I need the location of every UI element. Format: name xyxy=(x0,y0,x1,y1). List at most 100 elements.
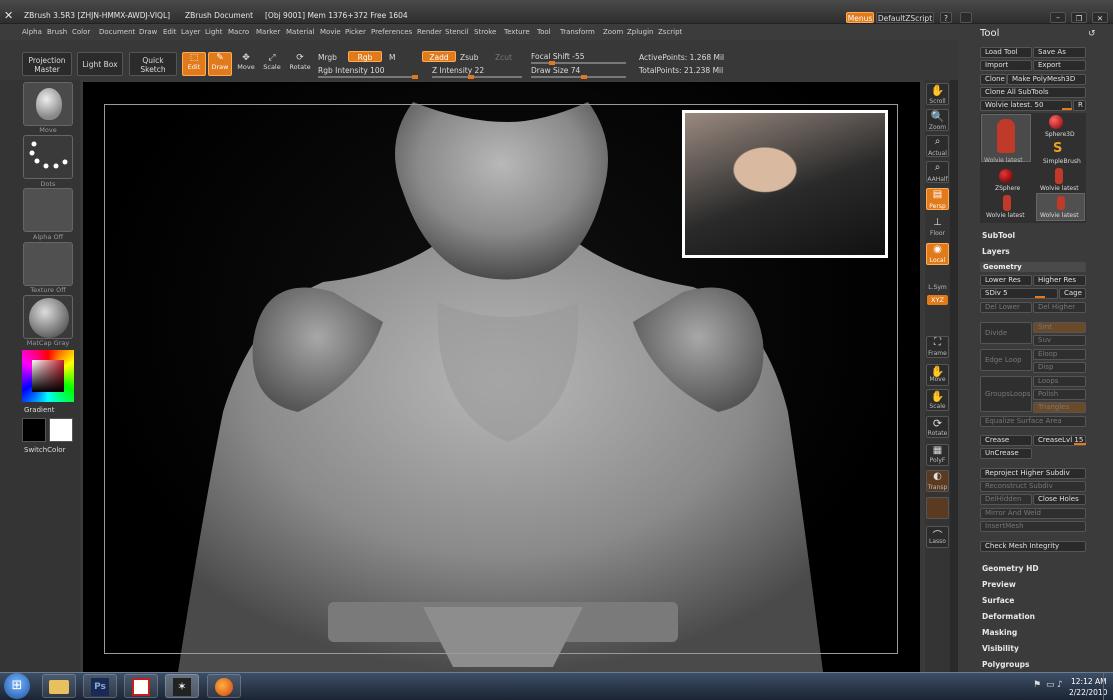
menu-zoom[interactable]: Zoom xyxy=(603,28,623,36)
panel-divider[interactable] xyxy=(950,80,958,672)
focal-shift-track[interactable] xyxy=(531,62,626,64)
brush-thumbnail[interactable] xyxy=(23,82,73,126)
equalize-surface-button[interactable]: Equalize Surface Area xyxy=(980,416,1086,427)
focal-shift-slider[interactable]: Focal Shift -55 xyxy=(531,52,585,61)
menu-stroke[interactable]: Stroke xyxy=(474,28,496,36)
zadd-button[interactable]: Zadd xyxy=(422,51,456,62)
export-button[interactable]: Export xyxy=(1033,60,1086,71)
tray-flag-icon[interactable]: ⚑ xyxy=(1033,680,1041,690)
make-polymesh-button[interactable]: Make PolyMesh3D xyxy=(1007,74,1086,85)
menu-render[interactable]: Render xyxy=(417,28,442,36)
alpha-thumbnail[interactable] xyxy=(23,188,73,232)
ghost-button[interactable] xyxy=(926,497,949,519)
visibility-section[interactable]: Visibility xyxy=(982,644,1019,653)
rotate-button[interactable]: ⟳ Rotate xyxy=(287,52,313,76)
move-button[interactable]: ✥ Move xyxy=(234,52,258,76)
tool-thumb-wolvie-3[interactable] xyxy=(1003,195,1011,211)
edit-button[interactable]: ⬚ Edit xyxy=(182,52,206,76)
layers-section[interactable]: Layers xyxy=(982,247,1010,256)
check-mesh-button[interactable]: Check Mesh Integrity xyxy=(980,541,1086,552)
default-zscript-button[interactable]: DefaultZScript xyxy=(876,12,934,23)
gradient-label[interactable]: Gradient xyxy=(24,406,54,414)
polish-slider[interactable]: Polish xyxy=(1033,389,1086,400)
light-box-button[interactable]: Light Box xyxy=(77,52,123,76)
menu-transform[interactable]: Transform xyxy=(560,28,595,36)
save-as-button[interactable]: Save As xyxy=(1033,47,1086,58)
menu-material[interactable]: Material xyxy=(286,28,314,36)
draw-size-track[interactable] xyxy=(531,76,626,78)
layout-button[interactable] xyxy=(960,12,972,23)
edge-loop-button[interactable]: Edge Loop xyxy=(980,349,1032,371)
insert-mesh-button[interactable]: InsertMesh xyxy=(980,521,1086,532)
close-button[interactable]: ✕ xyxy=(1092,12,1108,23)
tray-network-icon[interactable]: ▭ xyxy=(1046,680,1055,690)
smt-toggle[interactable]: Smt xyxy=(1033,322,1086,333)
firefox-icon[interactable] xyxy=(207,674,241,698)
minimize-button[interactable]: – xyxy=(1050,12,1066,23)
scale-button[interactable]: ⤢ Scale xyxy=(260,52,284,76)
loops-slider[interactable]: Loops xyxy=(1033,376,1086,387)
xyz-button[interactable]: XYZ xyxy=(927,295,948,305)
menu-light[interactable]: Light xyxy=(205,28,222,36)
rgb-intensity-track[interactable] xyxy=(318,76,418,78)
higher-res-button[interactable]: Higher Res xyxy=(1033,275,1086,286)
menu-texture[interactable]: Texture xyxy=(504,28,530,36)
rgb-button[interactable]: Rgb xyxy=(348,51,382,62)
menu-layer[interactable]: Layer xyxy=(181,28,201,36)
main-color-swatch[interactable] xyxy=(49,418,73,442)
reproject-button[interactable]: Reproject Higher Subdiv xyxy=(980,468,1086,479)
zsub-button[interactable]: Zsub xyxy=(460,53,479,62)
polygroups-section[interactable]: Polygroups xyxy=(982,660,1030,669)
geometry-header[interactable]: Geometry xyxy=(980,262,1086,272)
menu-zplugin[interactable]: Zplugin xyxy=(627,28,653,36)
r-button[interactable]: R xyxy=(1073,100,1086,111)
help-button[interactable]: ? xyxy=(940,12,952,23)
reconstruct-button[interactable]: Reconstruct Subdiv xyxy=(980,481,1086,492)
eloop-toggle[interactable]: Eloop xyxy=(1033,349,1086,360)
sdiv-slider[interactable]: SDiv 5 xyxy=(980,288,1058,299)
color-picker-square[interactable] xyxy=(32,360,64,392)
material-thumbnail[interactable] xyxy=(23,295,73,339)
tool-thumb-wolvie-2[interactable] xyxy=(1055,168,1063,184)
subtool-section[interactable]: SubTool xyxy=(982,231,1015,240)
photoshop-icon[interactable]: Ps xyxy=(83,674,117,698)
explorer-icon[interactable] xyxy=(42,674,76,698)
del-higher-button[interactable]: Del Higher xyxy=(1033,302,1086,313)
menu-preferences[interactable]: Preferences xyxy=(371,28,412,36)
menu-tool[interactable]: Tool xyxy=(537,28,551,36)
menus-button[interactable]: Menus xyxy=(846,12,874,23)
rgb-intensity-slider[interactable]: Rgb Intensity 100 xyxy=(318,66,384,75)
close-holes-button[interactable]: Close Holes xyxy=(1033,494,1086,505)
mrgb-button[interactable]: Mrgb xyxy=(318,53,337,62)
load-tool-button[interactable]: Load Tool xyxy=(980,47,1032,58)
draw-button[interactable]: ✎ Draw xyxy=(208,52,232,76)
quick-sketch-button[interactable]: Quick Sketch xyxy=(129,52,177,76)
m-button[interactable]: M xyxy=(389,53,395,62)
projection-master-button[interactable]: Projection Master xyxy=(22,52,72,76)
menu-edit[interactable]: Edit xyxy=(163,28,177,36)
zbrush-icon[interactable]: ✶ xyxy=(165,674,199,698)
masking-section[interactable]: Masking xyxy=(982,628,1017,637)
clock-time[interactable]: 12:12 AM xyxy=(1071,677,1107,686)
menu-movie[interactable]: Movie xyxy=(320,28,341,36)
secondary-color-swatch[interactable] xyxy=(22,418,46,442)
color-picker[interactable] xyxy=(22,350,74,402)
menu-macro[interactable]: Macro xyxy=(228,28,249,36)
mirror-weld-button[interactable]: Mirror And Weld xyxy=(980,508,1086,519)
show-desktop-button[interactable] xyxy=(1103,673,1113,700)
disp-slider[interactable]: Disp xyxy=(1033,362,1086,373)
surface-section[interactable]: Surface xyxy=(982,596,1014,605)
tool-palette-close-icon[interactable]: ↺ xyxy=(1088,29,1096,39)
triangles-toggle[interactable]: Triangles xyxy=(1033,402,1086,413)
menu-marker[interactable]: Marker xyxy=(256,28,280,36)
current-tool-slider[interactable]: Wolvie latest. 50 xyxy=(980,100,1072,111)
menu-document[interactable]: Document xyxy=(99,28,135,36)
crease-button[interactable]: Crease xyxy=(980,435,1032,446)
switch-color-button[interactable]: SwitchColor xyxy=(24,446,65,454)
menu-zscript[interactable]: Zscript xyxy=(658,28,682,36)
restore-button[interactable]: ❐ xyxy=(1071,12,1087,23)
stroke-thumbnail[interactable] xyxy=(23,135,73,179)
geometry-hd-section[interactable]: Geometry HD xyxy=(982,564,1039,573)
preview-section[interactable]: Preview xyxy=(982,580,1016,589)
tray-volume-icon[interactable]: ♪ xyxy=(1057,680,1063,690)
